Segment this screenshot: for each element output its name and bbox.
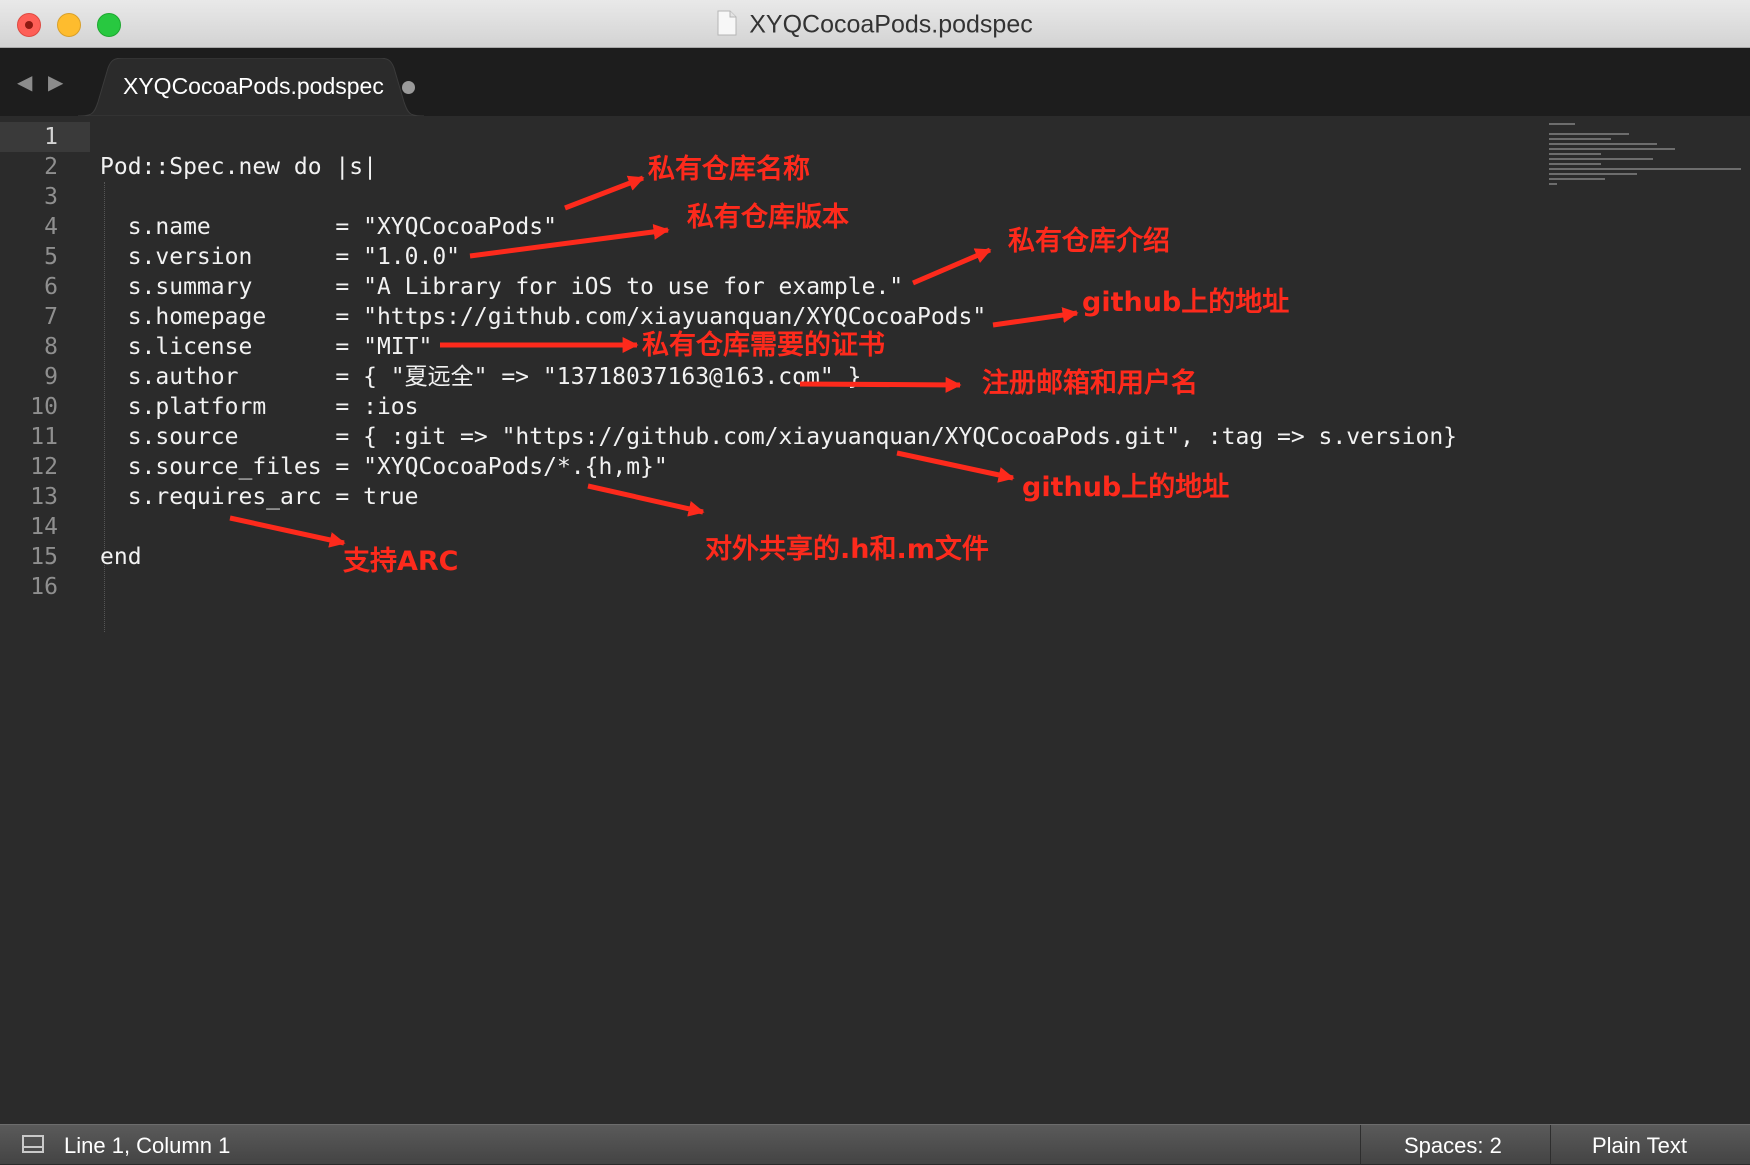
annotation-source: github上的地址 [1022,472,1230,503]
arrow-summary [912,247,992,286]
arrow-homepage [992,307,1079,328]
arrow-author [799,376,962,393]
syntax-selector[interactable]: Plain Text [1592,1133,1687,1159]
annotation-homepage: github上的地址 [1082,287,1290,318]
annotation-source-files: 对外共享的.h和.m文件 [705,534,989,565]
arrow-requires-arc [229,515,346,548]
annotation-author: 注册邮箱和用户名 [982,368,1198,399]
annotation-version: 私有仓库版本 [687,202,849,233]
arrow-source-files [587,483,705,517]
annotation-name: 私有仓库名称 [648,154,810,185]
annotation-arrows [229,175,1079,548]
status-bar: Line 1, Column 1 Spaces: 2 Plain Text [0,1124,1750,1165]
panel-toggle-icon[interactable] [22,1135,44,1153]
status-divider [1550,1125,1551,1165]
arrow-name [564,175,645,211]
annotation-requires-arc: 支持ARC [343,546,459,577]
indentation-setting[interactable]: Spaces: 2 [1404,1133,1502,1159]
status-divider [1360,1125,1361,1165]
arrow-version [469,223,670,259]
annotation-license: 私有仓库需要的证书 [642,330,885,361]
arrow-source [896,450,1015,483]
cursor-position[interactable]: Line 1, Column 1 [64,1133,230,1159]
annotation-summary: 私有仓库介绍 [1008,226,1170,257]
